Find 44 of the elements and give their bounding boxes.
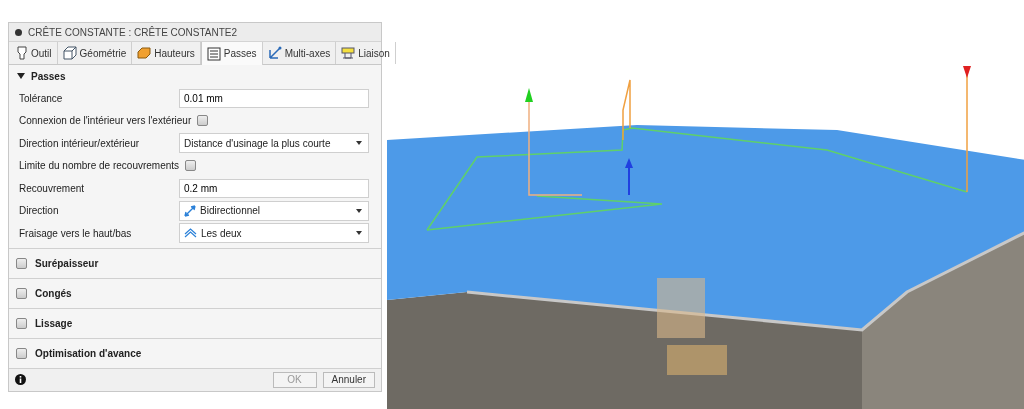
dropdown[interactable]: Les deux [179, 223, 369, 244]
group-label: Lissage [35, 317, 73, 329]
checkbox[interactable] [16, 347, 27, 359]
group-label: Surépaisseur [35, 257, 99, 269]
diagonal-arrows-icon [184, 204, 196, 217]
tab-icon [62, 46, 77, 60]
section-header[interactable]: Passes [9, 65, 381, 87]
dropdown[interactable]: Bidirectionnel [179, 200, 369, 221]
field-label: Limite du nombre de recouvrements [19, 160, 181, 172]
checkbox[interactable] [16, 317, 27, 329]
tab-icon [206, 46, 221, 61]
dropdown[interactable]: Distance d'usinage la plus courte [179, 133, 369, 154]
tab-icon [16, 46, 28, 60]
tab-icon [267, 46, 282, 60]
caret-icon [356, 231, 362, 236]
checkbox[interactable] [185, 160, 197, 172]
tab-icon [137, 46, 152, 60]
roof-lines-icon [184, 228, 197, 239]
group-label: Optimisation d'avance [35, 347, 142, 359]
tab[interactable]: Hauteurs [132, 42, 201, 64]
field-label: Direction [19, 205, 60, 217]
tab[interactable]: Passes [200, 42, 263, 65]
dialog-button[interactable]: Annuler [322, 371, 375, 388]
collapse-icon[interactable] [15, 28, 22, 36]
field-label: Fraisage vers le haut/bas [19, 227, 133, 239]
checkbox[interactable] [16, 257, 27, 269]
tab[interactable]: Multi-axes [262, 42, 337, 64]
info-icon[interactable] [15, 374, 26, 385]
checkbox[interactable] [197, 115, 209, 127]
input-field[interactable]: 0.2 mm [179, 178, 369, 198]
checkbox[interactable] [16, 287, 27, 299]
caret-icon [356, 141, 362, 146]
dialog-title: CRÊTE CONSTANTE : CRÊTE CONSTANTE2 [28, 26, 238, 38]
field-label: Tolérance [19, 92, 64, 104]
caret-icon [356, 208, 362, 213]
field-label: Recouvrement [19, 182, 86, 194]
tab[interactable]: Liaison [336, 42, 396, 64]
field-label: Connexion de l'intérieur vers l'extérieur [19, 115, 193, 127]
tab-icon [341, 46, 356, 60]
input-field[interactable]: 0.01 mm [179, 88, 369, 108]
field-label: Direction intérieur/extérieur [19, 137, 141, 149]
group-label: Congés [35, 287, 72, 299]
tab[interactable]: Outil [11, 42, 58, 64]
tab[interactable]: Géométrie [57, 42, 133, 64]
